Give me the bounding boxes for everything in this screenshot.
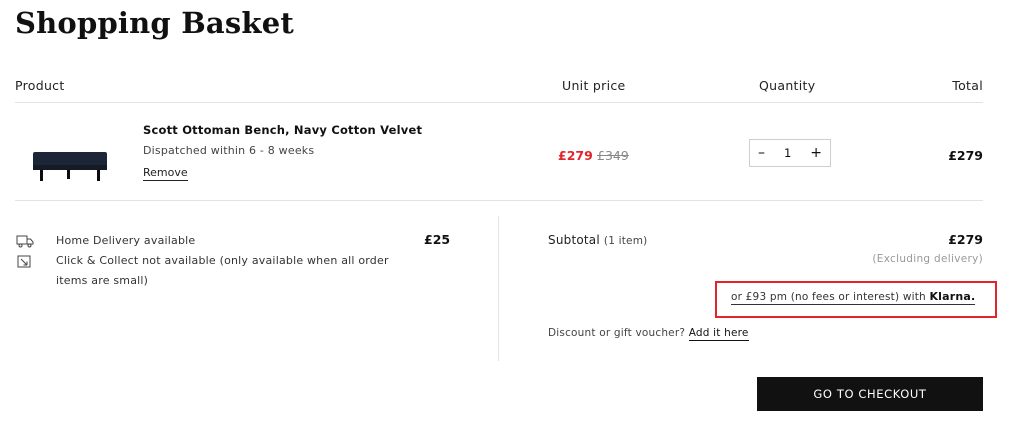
page-title: Shopping Basket xyxy=(15,6,294,40)
column-header-product: Product xyxy=(15,78,65,93)
add-discount-link[interactable]: Add it here xyxy=(688,327,749,341)
discount-row: Discount or gift voucher? Add it here xyxy=(548,327,749,341)
column-divider xyxy=(498,216,499,361)
store-pickup-icon xyxy=(17,255,31,268)
sale-price: £279 xyxy=(558,148,593,163)
checkout-button[interactable]: GO TO CHECKOUT xyxy=(757,377,983,411)
subtotal-label: Subtotal (1 item) xyxy=(548,233,647,247)
product-name[interactable]: Scott Ottoman Bench, Navy Cotton Velvet xyxy=(143,123,422,137)
increment-button[interactable]: + xyxy=(810,146,822,160)
click-collect-text: Click & Collect not available (only avai… xyxy=(56,254,389,287)
excluding-delivery-note: (Excluding delivery) xyxy=(872,253,983,265)
header-divider xyxy=(15,102,983,103)
row-total: £279 xyxy=(948,148,983,163)
column-header-quantity: Quantity xyxy=(759,78,816,93)
decrement-button[interactable]: – xyxy=(758,146,765,160)
remove-link[interactable]: Remove xyxy=(143,166,188,181)
delivery-price: £25 xyxy=(424,232,451,247)
dispatch-info: Dispatched within 6 - 8 weeks xyxy=(143,144,315,157)
klarna-logo: Klarna. xyxy=(929,290,976,303)
row-divider xyxy=(15,200,983,201)
home-delivery-text: Home Delivery available xyxy=(56,234,196,247)
subtotal-label-text: Subtotal xyxy=(548,233,600,247)
klarna-text: or £93 pm (no fees or interest) with xyxy=(731,291,926,303)
subtotal-value: £279 xyxy=(948,232,983,247)
quantity-value[interactable]: 1 xyxy=(784,146,791,160)
subtotal-count: (1 item) xyxy=(603,235,648,247)
product-image[interactable] xyxy=(30,150,110,182)
column-header-total: Total xyxy=(952,78,983,93)
column-header-unit-price: Unit price xyxy=(562,78,626,93)
discount-prompt: Discount or gift voucher? xyxy=(548,327,686,339)
klarna-link[interactable]: or £93 pm (no fees or interest) with Kla… xyxy=(731,290,976,305)
quantity-stepper[interactable]: – 1 + xyxy=(749,139,831,167)
truck-icon xyxy=(16,235,34,248)
original-price: £349 xyxy=(597,148,629,163)
